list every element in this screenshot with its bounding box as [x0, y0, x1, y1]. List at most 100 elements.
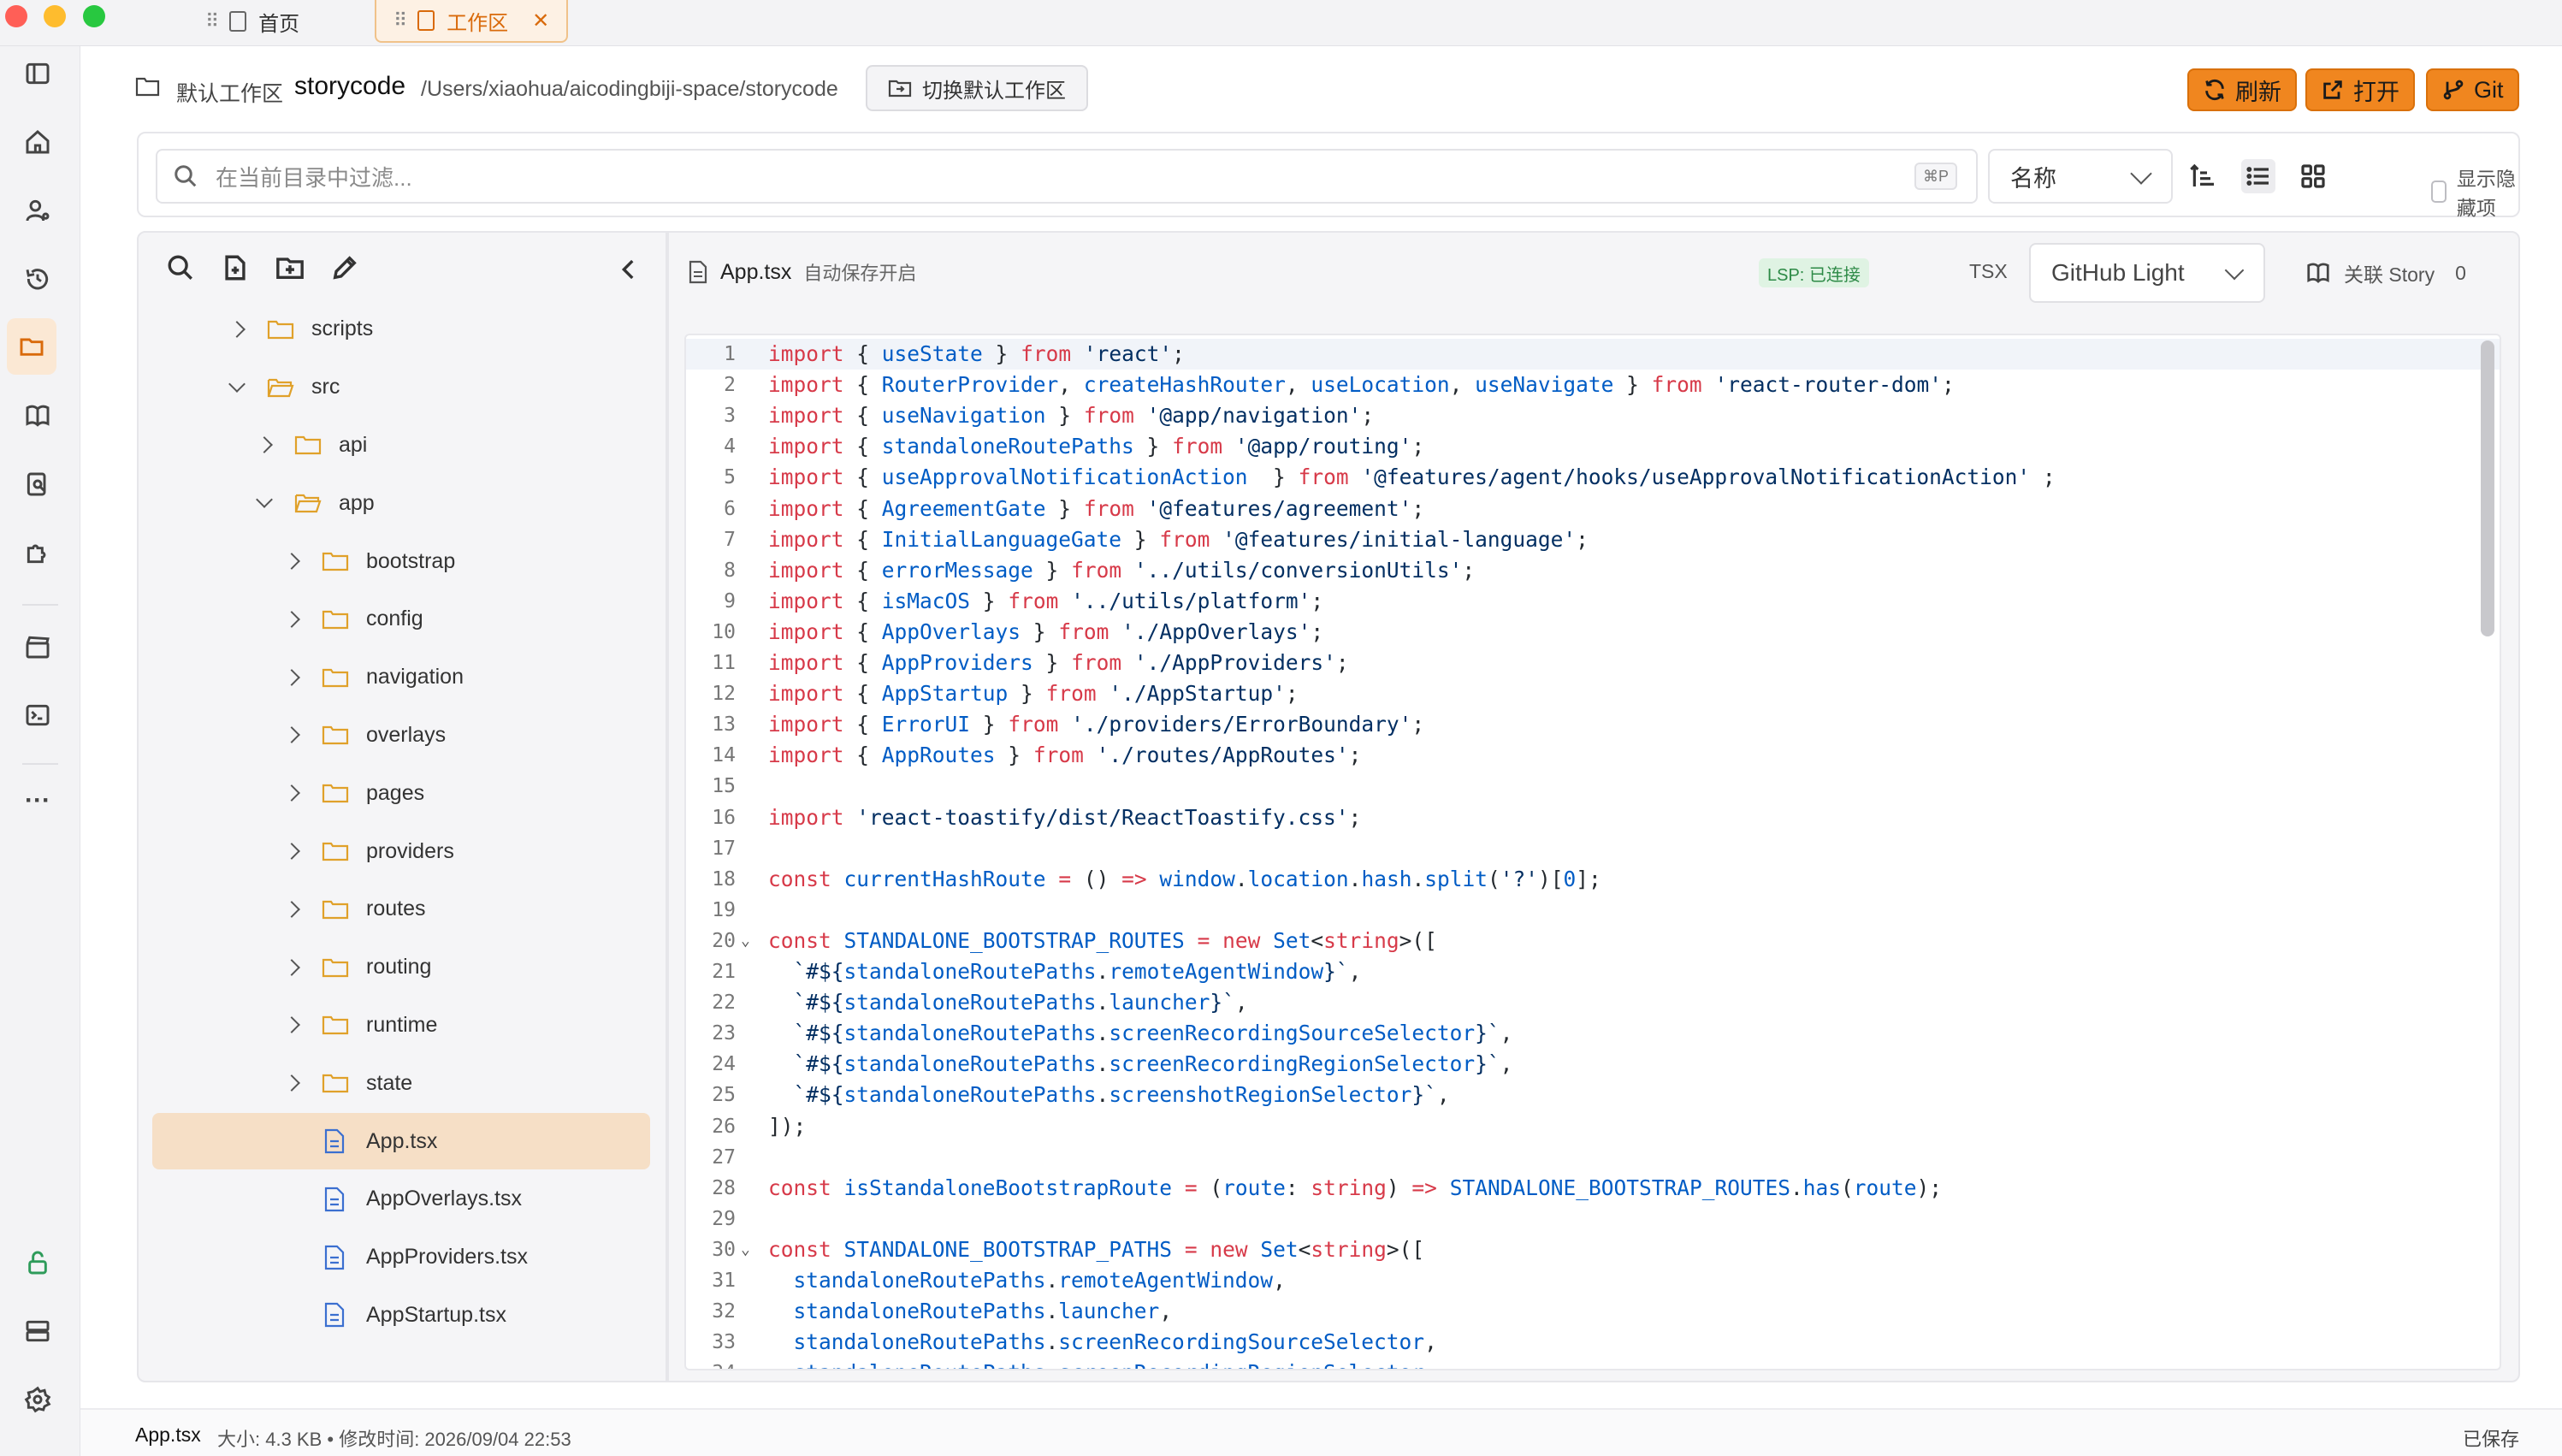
drag-handle-icon[interactable]: ⠿	[205, 10, 219, 33]
sort-direction-icon[interactable]	[2186, 159, 2221, 193]
theme-select[interactable]: GitHub Light	[2029, 243, 2265, 303]
code-line[interactable]: 13 import { ErrorUI } from './providers/E…	[686, 709, 2500, 740]
code-line[interactable]: 26]);	[686, 1111, 2500, 1142]
git-button[interactable]: Git	[2426, 68, 2519, 111]
filter-input[interactable]: 在当前目录中过滤... ⌘P	[156, 149, 1978, 204]
code-line[interactable]: 10 import { AppOverlays } from './AppOver…	[686, 617, 2500, 648]
more-icon[interactable]: ···	[19, 782, 56, 820]
tree-file-item[interactable]: AppOverlays.tsx	[139, 1171, 666, 1228]
code-line[interactable]: 4 import { standaloneRoutePaths } from '@…	[686, 431, 2500, 462]
grid-view-icon[interactable]	[2296, 159, 2330, 193]
code-line[interactable]: 18 const currentHashRoute = () => window.…	[686, 864, 2500, 895]
new-file-icon[interactable]	[221, 253, 251, 284]
rename-pencil-icon[interactable]	[330, 253, 361, 284]
code-line[interactable]: 27	[686, 1142, 2500, 1173]
list-view-icon[interactable]	[2241, 159, 2275, 193]
code-line[interactable]: 25 `#${standaloneRoutePaths.screenshotRe…	[686, 1080, 2500, 1110]
tree-file-item[interactable]: AppProviders.tsx	[139, 1229, 666, 1286]
search-icon[interactable]	[166, 253, 197, 284]
chevron-right-icon[interactable]	[283, 668, 300, 686]
code-line[interactable]: 33 standaloneRoutePaths.screenRecordingS…	[686, 1327, 2500, 1358]
code-line[interactable]: 2 import { RouterProvider, createHashRout…	[686, 370, 2500, 400]
unlock-icon[interactable]	[19, 1244, 56, 1281]
show-hidden-toggle[interactable]: 显示隐藏项	[2431, 163, 2518, 221]
new-folder-icon[interactable]	[275, 253, 306, 284]
refresh-button[interactable]: 刷新	[2187, 68, 2297, 111]
terminal-icon[interactable]	[19, 696, 56, 734]
book-icon[interactable]	[19, 397, 56, 435]
code-line[interactable]: 14 import { AppRoutes } from './routes/Ap…	[686, 740, 2500, 771]
chevron-right-icon[interactable]	[283, 843, 300, 860]
tree-folder-item[interactable]: routing	[139, 939, 666, 996]
home-icon[interactable]	[19, 123, 56, 161]
code-line[interactable]: 11 import { AppProviders } from './AppPro…	[686, 648, 2500, 678]
sidebar-toggle-icon[interactable]	[19, 55, 56, 92]
fold-chevron-icon[interactable]: ⌄	[741, 926, 750, 956]
code-line[interactable]: 19	[686, 895, 2500, 926]
code-line[interactable]: 32 standaloneRoutePaths.launcher,	[686, 1296, 2500, 1327]
tree-folder-item[interactable]: api	[139, 417, 666, 473]
tree-file-item[interactable]: AppStartup.tsx	[139, 1287, 666, 1343]
code-line[interactable]: 16 import 'react-toastify/dist/ReactToast…	[686, 802, 2500, 833]
code-line[interactable]: 20 ⌄ const STANDALONE_BOOTSTRAP_ROUTES = n…	[686, 926, 2500, 956]
chevron-right-icon[interactable]	[283, 958, 300, 976]
switch-workspace-button[interactable]: 切换默认工作区	[866, 65, 1088, 111]
code-line[interactable]: 22 `#${standaloneRoutePaths.launcher}`,	[686, 987, 2500, 1018]
code-line[interactable]: 7 import { InitialLanguageGate } from '@f…	[686, 524, 2500, 555]
code-line[interactable]: 8 import { errorMessage } from '../utils/…	[686, 555, 2500, 586]
tree-folder-item[interactable]: app	[139, 475, 666, 531]
chevron-right-icon[interactable]	[283, 1016, 300, 1034]
tab-home[interactable]: ⠿ 首页	[205, 0, 299, 43]
chevron-right-icon[interactable]	[283, 784, 300, 802]
sort-select[interactable]: 名称	[1988, 149, 2173, 204]
chevron-down-icon[interactable]	[228, 375, 246, 393]
fold-chevron-icon[interactable]: ⌄	[741, 1234, 750, 1265]
open-button[interactable]: 打开	[2305, 68, 2415, 111]
drag-handle-icon[interactable]: ⠿	[393, 9, 407, 32]
close-tab-icon[interactable]: ✕	[532, 9, 549, 33]
tree-folder-item[interactable]: config	[139, 591, 666, 648]
folder-icon[interactable]	[7, 318, 56, 375]
chevron-right-icon[interactable]	[283, 900, 300, 918]
settings-gear-icon[interactable]	[19, 1381, 56, 1418]
tree-folder-item[interactable]: routes	[139, 881, 666, 938]
link-story-button[interactable]: 关联 Story 0	[2305, 258, 2466, 287]
maximize-window-button[interactable]	[83, 5, 105, 27]
code-line[interactable]: 30 ⌄ const STANDALONE_BOOTSTRAP_PATHS = ne…	[686, 1234, 2500, 1265]
code-line[interactable]: 1 import { useState } from 'react';	[686, 339, 2500, 370]
chevron-right-icon[interactable]	[283, 1074, 300, 1092]
code-line[interactable]: 28 const isStandaloneBootstrapRoute = (ro…	[686, 1173, 2500, 1204]
collapse-panel-icon[interactable]	[614, 255, 645, 286]
code-line[interactable]: 6 import { AgreementGate } from '@feature…	[686, 494, 2500, 524]
tree-folder-item[interactable]: src	[139, 359, 666, 416]
code-line[interactable]: 3 import { useNavigation } from '@app/nav…	[686, 400, 2500, 431]
tree-folder-item[interactable]: navigation	[139, 649, 666, 706]
code-line[interactable]: 34 standaloneRoutePaths.screenRecordingR…	[686, 1358, 2500, 1369]
close-window-button[interactable]	[5, 5, 27, 27]
code-line[interactable]: 17	[686, 833, 2500, 864]
code-line[interactable]: 31 standaloneRoutePaths.remoteAgentWindo…	[686, 1265, 2500, 1296]
code-editor[interactable]: 1 import { useState } from 'react'; 2 impor…	[684, 334, 2501, 1370]
tree-folder-item[interactable]: providers	[139, 823, 666, 879]
tree-folder-item[interactable]: runtime	[139, 997, 666, 1053]
tree-folder-item[interactable]: pages	[139, 765, 666, 821]
clapperboard-icon[interactable]	[19, 628, 56, 666]
chevron-right-icon[interactable]	[283, 726, 300, 744]
minimize-window-button[interactable]	[44, 5, 66, 27]
user-settings-icon[interactable]	[19, 192, 56, 229]
chevron-right-icon[interactable]	[283, 553, 300, 570]
tree-folder-item[interactable]: overlays	[139, 707, 666, 763]
code-line[interactable]: 9 import { isMacOS } from '../utils/platf…	[686, 586, 2500, 617]
code-line[interactable]: 29	[686, 1204, 2500, 1234]
tree-file-item[interactable]: App.tsx	[152, 1113, 650, 1169]
code-line[interactable]: 12 import { AppStartup } from './AppStart…	[686, 678, 2500, 709]
tree-folder-item[interactable]: state	[139, 1055, 666, 1111]
tree-folder-item[interactable]: bootstrap	[139, 533, 666, 589]
code-line[interactable]: 24 `#${standaloneRoutePaths.screenRecord…	[686, 1049, 2500, 1080]
history-icon[interactable]	[19, 260, 56, 298]
chevron-right-icon[interactable]	[283, 610, 300, 628]
show-hidden-checkbox[interactable]	[2431, 181, 2447, 203]
code-line[interactable]: 5 import { useApprovalNotificationAction …	[686, 462, 2500, 493]
code-line[interactable]: 23 `#${standaloneRoutePaths.screenRecord…	[686, 1018, 2500, 1049]
chevron-right-icon[interactable]	[228, 320, 246, 338]
